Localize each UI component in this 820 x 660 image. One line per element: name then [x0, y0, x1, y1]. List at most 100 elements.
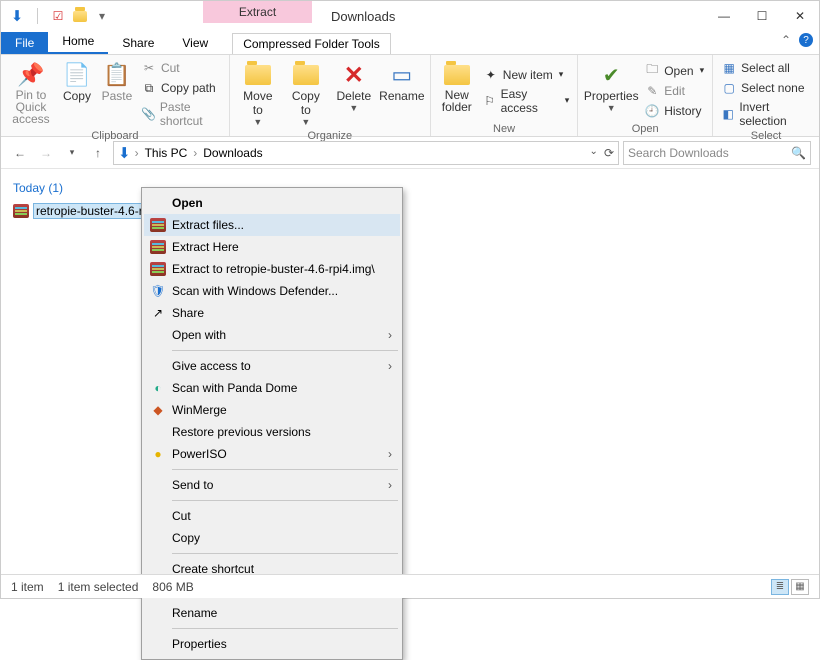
cm-open-with[interactable]: Open with›: [144, 324, 400, 346]
crumb-this-pc[interactable]: This PC: [143, 146, 190, 160]
cm-poweriso[interactable]: ●PowerISO›: [144, 443, 400, 465]
search-input[interactable]: Search Downloads 🔍: [623, 141, 811, 165]
collapse-ribbon-icon[interactable]: ⌃: [781, 33, 791, 47]
cm-extract-files-label: Extract files...: [172, 218, 244, 232]
tab-compressed-tools[interactable]: Compressed Folder Tools: [232, 33, 391, 54]
cm-rename[interactable]: Rename: [144, 602, 400, 624]
cm-separator: [172, 628, 398, 629]
status-size: 806 MB: [152, 580, 193, 594]
cm-defender[interactable]: 🛡Scan with Windows Defender...: [144, 280, 400, 302]
cm-extract-files[interactable]: Extract files...: [144, 214, 400, 236]
crumb-sep-1[interactable]: ›: [193, 146, 197, 160]
tab-share[interactable]: Share: [108, 32, 168, 54]
rar-icon: [150, 217, 166, 233]
copy-path-label: Copy path: [161, 81, 216, 95]
recent-locations-button[interactable]: ▾: [61, 142, 83, 164]
copy-button[interactable]: 📄 Copy: [59, 59, 95, 129]
delete-button[interactable]: ✕Delete▼: [332, 59, 376, 129]
rename-label: Rename: [379, 89, 424, 103]
copy-to-button[interactable]: Copy to▼: [284, 59, 328, 129]
new-item-button[interactable]: ✦New item ▾: [481, 66, 571, 84]
history-button[interactable]: 🕘History: [642, 102, 706, 120]
crumb-downloads[interactable]: Downloads: [201, 146, 264, 160]
navigation-row: ← → ▾ ↑ ⬇ › This PC › Downloads ⌄ ⟳ Sear…: [1, 137, 819, 169]
refresh-icon[interactable]: ⟳: [604, 146, 614, 160]
open-label: Open: [664, 64, 693, 78]
new-folder-button[interactable]: New folder: [437, 59, 477, 122]
qat-customize-icon[interactable]: ▾: [94, 8, 110, 24]
details-view-button[interactable]: ≣: [771, 579, 789, 595]
downloads-folder-icon: ⬇: [9, 8, 25, 24]
group-open-label: Open: [584, 122, 706, 135]
cm-properties[interactable]: Properties: [144, 633, 400, 655]
new-folder-qat-icon[interactable]: [72, 8, 88, 24]
cut-button[interactable]: ✂Cut: [139, 59, 223, 77]
crumb-sep-0[interactable]: ›: [135, 146, 139, 160]
minimize-button[interactable]: —: [705, 1, 743, 31]
large-icons-view-button[interactable]: ▦: [791, 579, 809, 595]
title-bar: ⬇ ☑ ▾ Extract Downloads — ☐ ✕: [1, 1, 819, 31]
move-to-button[interactable]: Move to▼: [236, 59, 280, 129]
cm-open-label: Open: [172, 196, 203, 210]
copy-path-icon: ⧉: [141, 80, 157, 96]
back-button[interactable]: ←: [9, 142, 31, 164]
invert-selection-button[interactable]: ◧Invert selection: [719, 99, 813, 129]
select-all-button[interactable]: ▦Select all: [719, 59, 813, 77]
cm-copy[interactable]: Copy: [144, 527, 400, 549]
properties-qat-icon[interactable]: ☑: [50, 8, 66, 24]
list-item[interactable]: retropie-buster-4.6-rpi4.img.gz: [13, 201, 807, 221]
extract-context-label: Extract: [203, 1, 312, 23]
cm-give-access[interactable]: Give access to›: [144, 355, 400, 377]
cm-extract-to-label: Extract to retropie-buster-4.6-rpi4.img\: [172, 262, 375, 276]
tab-file[interactable]: File: [1, 32, 48, 54]
window-title: Downloads: [331, 9, 395, 24]
rar-icon: [150, 239, 166, 255]
tab-view[interactable]: View: [168, 32, 222, 54]
cm-extract-here[interactable]: Extract Here: [144, 236, 400, 258]
paste-shortcut-button[interactable]: 📎Paste shortcut: [139, 99, 223, 129]
pin-icon: 📌: [17, 61, 45, 89]
cm-open[interactable]: Open: [144, 192, 400, 214]
select-none-label: Select none: [741, 81, 804, 95]
cm-properties-label: Properties: [172, 637, 227, 651]
cm-send-to[interactable]: Send to›: [144, 474, 400, 496]
cm-cut[interactable]: Cut: [144, 505, 400, 527]
edit-label: Edit: [664, 84, 685, 98]
up-button[interactable]: ↑: [87, 142, 109, 164]
properties-button[interactable]: ✔Properties▼: [584, 59, 638, 122]
paste-shortcut-icon: 📎: [141, 106, 156, 122]
cm-panda[interactable]: ◐Scan with Panda Dome: [144, 377, 400, 399]
close-button[interactable]: ✕: [781, 1, 819, 31]
paste-label: Paste: [102, 89, 133, 103]
cm-share[interactable]: ↗Share: [144, 302, 400, 324]
pin-quick-access-button[interactable]: 📌 Pin to Quick access: [7, 59, 55, 129]
easy-access-button[interactable]: ⚐Easy access ▾: [481, 86, 571, 116]
cm-winmerge[interactable]: ◆WinMerge: [144, 399, 400, 421]
easy-access-icon: ⚐: [483, 93, 497, 109]
paste-button[interactable]: 📋 Paste: [99, 59, 135, 129]
copy-path-button[interactable]: ⧉ Copy path: [139, 79, 223, 97]
cm-separator: [172, 553, 398, 554]
select-all-icon: ▦: [721, 60, 737, 76]
tab-home[interactable]: Home: [48, 30, 108, 54]
shield-icon: 🛡: [150, 283, 166, 299]
paste-shortcut-label: Paste shortcut: [160, 100, 221, 128]
poweriso-icon: ●: [150, 446, 166, 462]
select-none-button[interactable]: ▢Select none: [719, 79, 813, 97]
forward-button[interactable]: →: [35, 142, 57, 164]
open-button[interactable]: 🗀Open ▾: [642, 62, 706, 80]
cm-restore[interactable]: Restore previous versions: [144, 421, 400, 443]
address-bar[interactable]: ⬇ › This PC › Downloads ⌄ ⟳: [113, 141, 619, 165]
rename-button[interactable]: ▭Rename: [380, 59, 424, 129]
edit-button[interactable]: ✎ Edit: [642, 82, 706, 100]
edit-icon: ✎: [644, 83, 660, 99]
cm-extract-to[interactable]: Extract to retropie-buster-4.6-rpi4.img\: [144, 258, 400, 280]
address-dropdown-icon[interactable]: ⌄: [590, 146, 598, 160]
new-item-label: New item: [503, 68, 553, 82]
qat-divider: [37, 8, 38, 24]
help-icon[interactable]: ?: [799, 33, 813, 47]
status-bar: 1 item 1 item selected 806 MB ≣ ▦: [1, 574, 819, 598]
cm-separator: [172, 500, 398, 501]
properties-label: Properties: [584, 89, 639, 103]
maximize-button[interactable]: ☐: [743, 1, 781, 31]
